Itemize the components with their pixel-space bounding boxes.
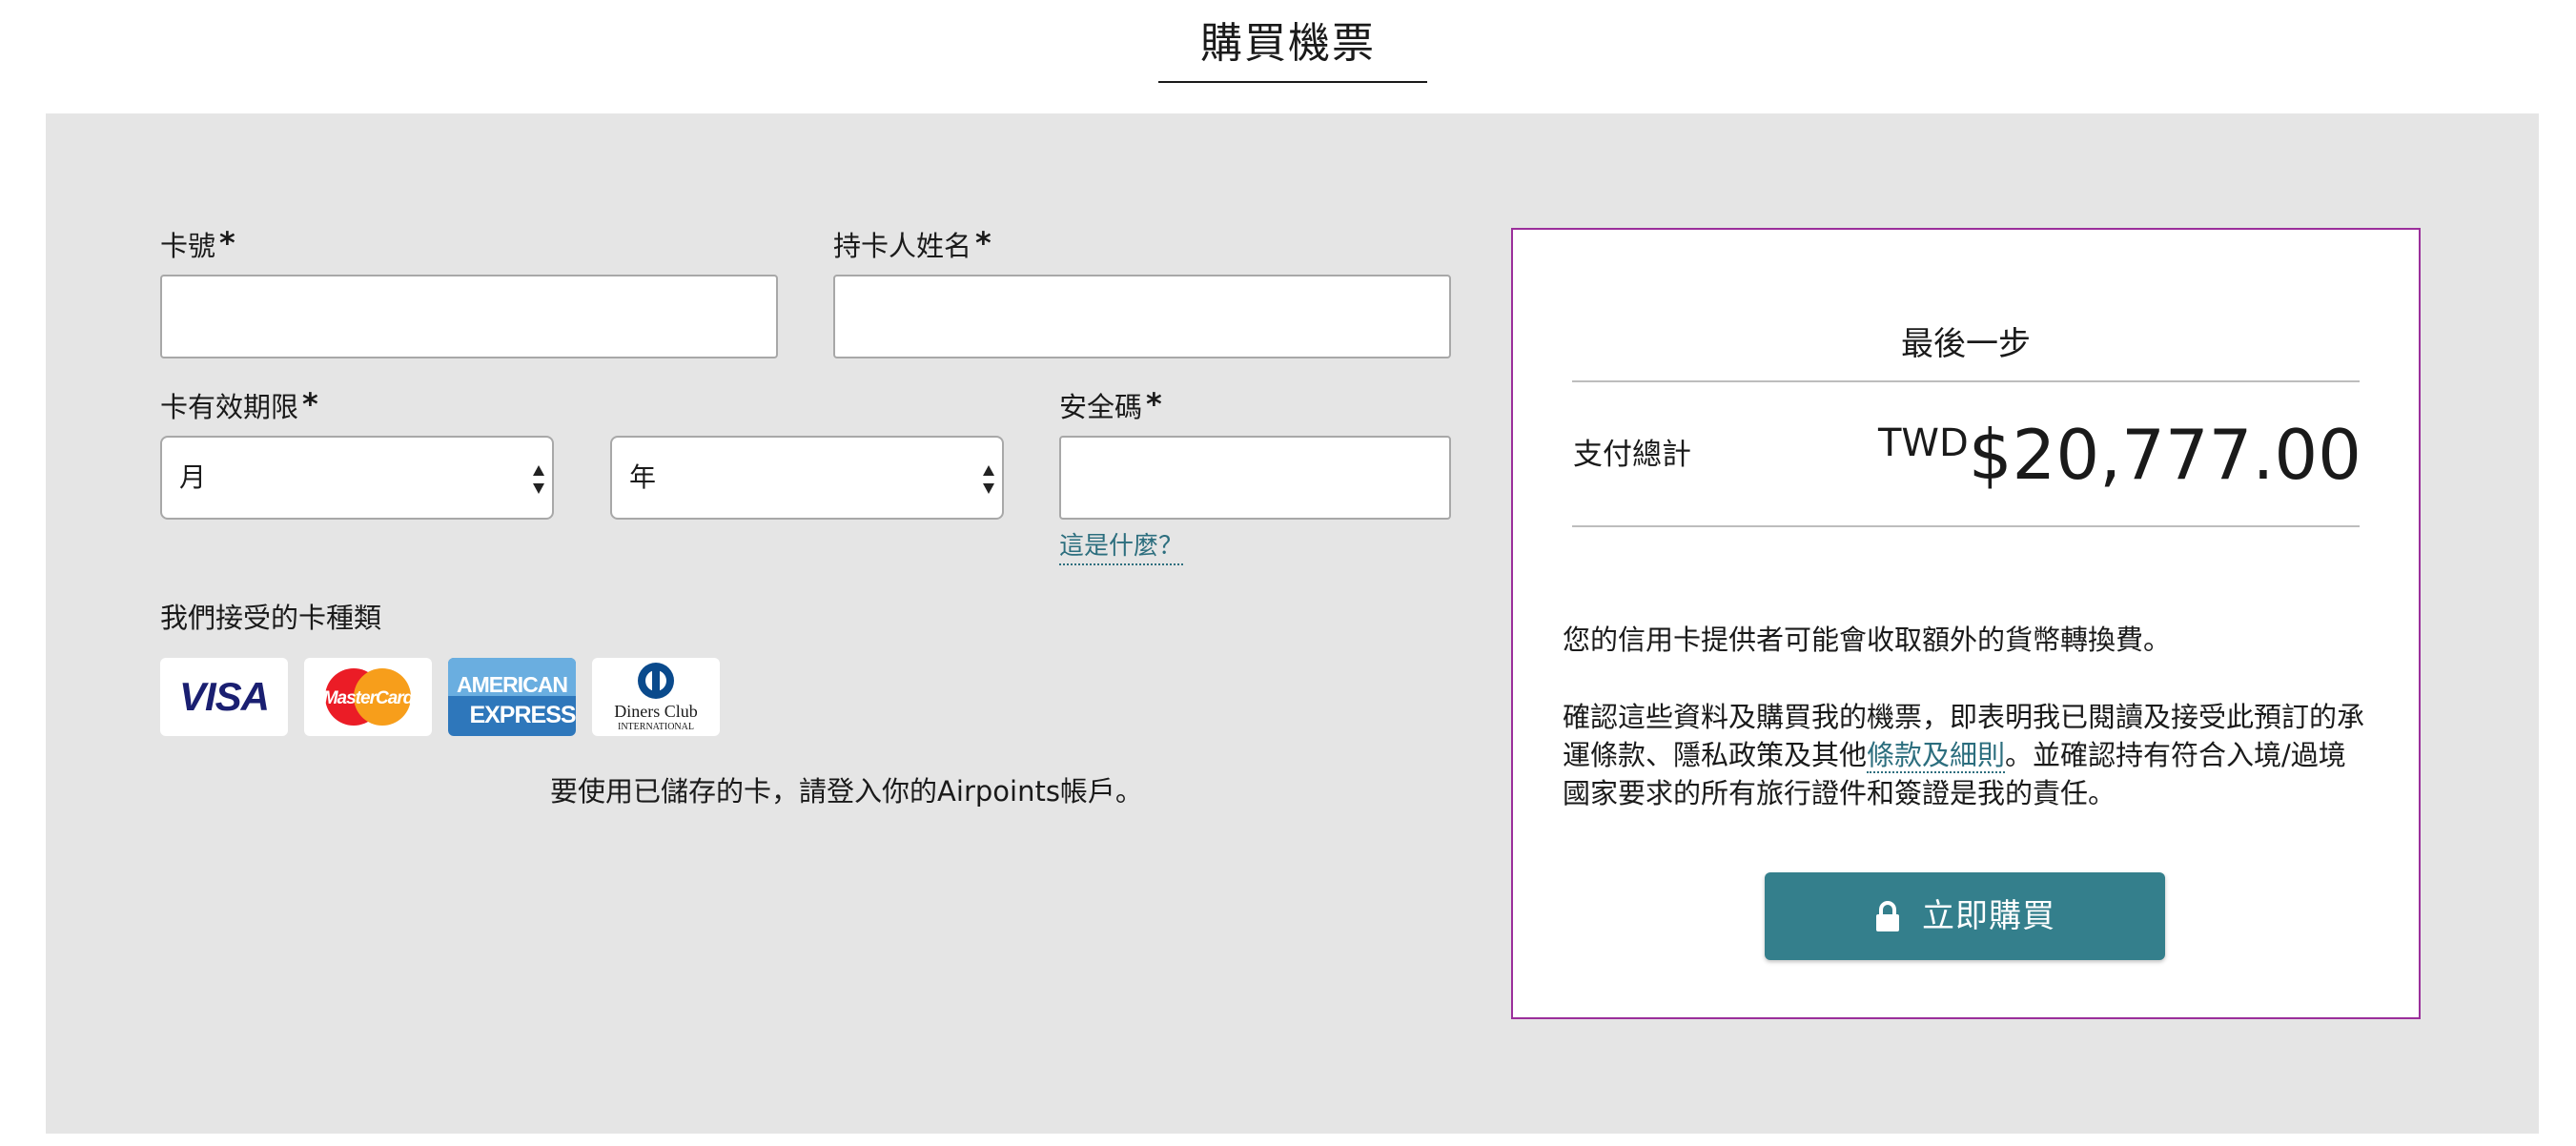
- expiry-label: 卡有效期限 *: [160, 385, 318, 426]
- summary-title: 最後一步: [1901, 325, 2031, 363]
- expiry-month-value: 月: [179, 461, 207, 493]
- expiry-label-text: 卡有效期限: [160, 391, 299, 423]
- buy-now-label: 立即購買: [1922, 897, 2055, 935]
- amex-logo-line2: EXPRESS: [469, 702, 575, 728]
- order-summary: 最後一步 支付總計 TWD$20,777.00 您的信用卡提供者可能會收取額外的…: [1511, 228, 2421, 1019]
- terms-link[interactable]: 條款及細則: [1867, 739, 2006, 773]
- diners-logo-line1: Diners Club: [614, 702, 698, 721]
- security-code-label: 安全碼 *: [1059, 385, 1162, 426]
- visa-icon: VISA: [160, 658, 288, 736]
- total-label: 支付總計: [1573, 438, 1691, 472]
- terms-paragraph: 確認這些資料及購買我的機票，即表明我已閱讀及接受此預訂的承運條款、隱私政策及其他…: [1563, 698, 2371, 812]
- total-amount: TWD$20,777.00: [1878, 409, 2361, 501]
- diners-logo-line2: INTERNATIONAL: [618, 722, 694, 732]
- accepted-cards-label: 我們接受的卡種類: [160, 602, 382, 634]
- required-mark: *: [1146, 386, 1162, 422]
- american-express-icon: AMERICAN EXPRESS: [448, 658, 576, 736]
- summary-divider-bottom: [1572, 525, 2360, 527]
- cardholder-name-input[interactable]: [833, 275, 1451, 358]
- expiry-year-select[interactable]: 年: [610, 436, 1004, 520]
- security-code-help-link[interactable]: 這是什麼？: [1059, 529, 1184, 565]
- lock-icon: [1876, 901, 1899, 931]
- amex-logo-line1: AMERICAN: [457, 672, 567, 697]
- title-underline: [1158, 81, 1427, 83]
- card-number-label-text: 卡號: [160, 230, 216, 262]
- total-currency: TWD: [1877, 421, 1969, 465]
- security-code-label-text: 安全碼: [1059, 391, 1143, 423]
- total-value: $20,777.00: [1968, 415, 2361, 495]
- select-arrows-icon: [533, 465, 544, 494]
- cardholder-name-label: 持卡人姓名 *: [833, 224, 992, 265]
- expiry-year-value: 年: [629, 461, 657, 493]
- mastercard-logo-text: MasterCard: [323, 688, 415, 708]
- diners-club-icon: Diners Club INTERNATIONAL: [592, 658, 720, 736]
- page-title: 購買機票: [1200, 19, 1376, 68]
- cardholder-name-label-text: 持卡人姓名: [833, 230, 972, 262]
- expiry-month-select[interactable]: 月: [160, 436, 554, 520]
- summary-divider-top: [1572, 380, 2360, 382]
- select-arrows-icon: [983, 465, 994, 494]
- card-number-label: 卡號 *: [160, 224, 235, 265]
- saved-card-note: 要使用已儲存的卡，請登入你的Airpoints帳戶。: [550, 775, 1143, 808]
- required-mark: *: [302, 386, 318, 422]
- visa-logo-text: VISA: [179, 674, 269, 719]
- buy-now-button[interactable]: 立即購買: [1765, 872, 2165, 960]
- card-number-input[interactable]: [160, 275, 778, 358]
- security-code-input[interactable]: [1059, 436, 1451, 520]
- required-mark: *: [975, 225, 992, 261]
- fx-notice: 您的信用卡提供者可能會收取額外的貨幣轉換費。: [1563, 624, 2172, 656]
- mastercard-icon: MasterCard: [304, 658, 432, 736]
- required-mark: *: [219, 225, 235, 261]
